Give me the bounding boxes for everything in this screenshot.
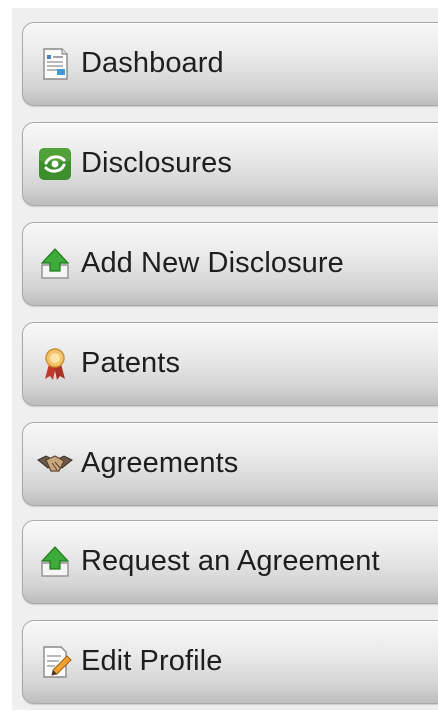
edit-document-icon [37,644,73,680]
handshake-icon [37,446,73,482]
menu-item-add-new-disclosure[interactable]: Add New Disclosure [22,222,438,306]
menu-item-label: Disclosures [81,146,232,179]
upload-arrow-icon [37,544,73,580]
menu-item-label: Dashboard [81,46,224,79]
award-ribbon-icon [37,346,73,382]
upload-arrow-icon [37,246,73,282]
menu-item-label: Request an Agreement [81,544,380,577]
menu-item-agreements[interactable]: Agreements [22,422,438,506]
menu-item-edit-profile[interactable]: Edit Profile [22,620,438,704]
menu-item-request-agreement[interactable]: Request an Agreement [22,520,438,604]
disclosures-green-icon [37,146,73,182]
menu-item-label: Edit Profile [81,644,223,677]
menu-item-disclosures[interactable]: Disclosures [22,122,438,206]
menu-item-label: Agreements [81,446,239,479]
menu-item-label: Add New Disclosure [81,246,344,279]
dashboard-document-icon [37,46,73,82]
menu-item-dashboard[interactable]: Dashboard [22,22,438,106]
menu-item-patents[interactable]: Patents [22,322,438,406]
menu-item-label: Patents [81,346,181,379]
sidebar-menu: Dashboard Disclosures Add New Disclosure [12,8,438,710]
